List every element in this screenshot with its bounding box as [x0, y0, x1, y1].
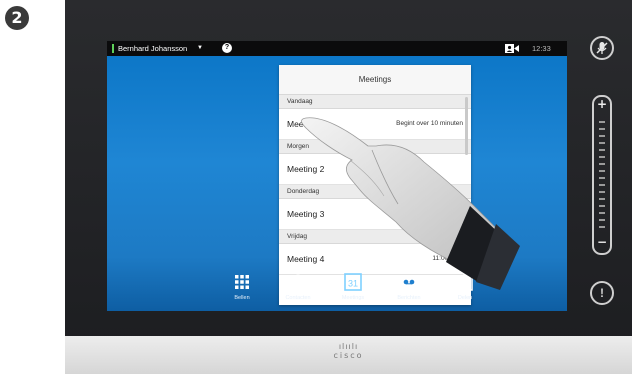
alert-button[interactable]: ! [590, 281, 614, 305]
volume-tick [599, 170, 605, 172]
touch-panel-device: + − ! Bernhard Johansson ▼ ? 12:33 Meeti… [65, 0, 632, 374]
touch-screen: Bernhard Johansson ▼ ? 12:33 Meetings Va… [107, 41, 567, 311]
meeting-row[interactable]: Meeting 1 Begint over 10 minuten [279, 109, 471, 140]
device-bottom-bezel: ılıılı cisco [65, 336, 632, 374]
volume-tick [599, 198, 605, 200]
day-header-tomorrow: Morgen [279, 140, 471, 154]
volume-tick [599, 121, 605, 123]
volume-tick [599, 149, 605, 151]
dock-item-contacts[interactable]: Contacten [270, 273, 326, 301]
volume-down-button[interactable]: − [594, 236, 610, 248]
meeting-status: Begint over 10 minuten [396, 120, 463, 127]
meeting-row[interactable]: Meeting 2 [279, 154, 471, 185]
muted-microphone-icon [596, 42, 608, 54]
cisco-logo-text: cisco [333, 351, 364, 360]
calendar-icon: 31 [344, 273, 362, 291]
dock-item-share[interactable]: Delen [437, 273, 493, 301]
volume-tick [599, 163, 605, 165]
meeting-name: Meeting 3 [287, 209, 325, 219]
contact-icon [290, 274, 306, 291]
dock-item-messages[interactable]: Berichten [381, 273, 437, 301]
volume-tick [599, 219, 605, 221]
camera-icon[interactable] [505, 44, 519, 53]
dock-label: Meetings [341, 295, 365, 301]
volume-tick [599, 142, 605, 144]
cisco-logo-bars: ılıılı [338, 342, 359, 351]
dock-item-meetings[interactable]: 31 Meetings [325, 273, 381, 301]
step-number-badge: 2 [5, 6, 29, 30]
day-header-thursday: Donderdag [279, 185, 471, 199]
clock: 12:33 [532, 44, 551, 53]
meeting-name: Meeting 1 [287, 119, 325, 129]
volume-tick [599, 226, 605, 228]
volume-tick [599, 184, 605, 186]
volume-up-button[interactable]: + [594, 98, 610, 110]
availability-indicator [112, 44, 114, 53]
meeting-name: Meeting 2 [287, 164, 325, 174]
calendar-date-text: 31 [348, 279, 358, 289]
day-header-today: Vandaag [279, 95, 471, 109]
volume-tick [599, 212, 605, 214]
meetings-panel-title: Meetings [279, 65, 471, 95]
volume-slider[interactable]: + − [592, 95, 612, 255]
volume-tick [599, 191, 605, 193]
volume-tick [599, 156, 605, 158]
user-name[interactable]: Bernhard Johansson [118, 44, 187, 53]
dialpad-icon [235, 275, 249, 289]
dock-item-call[interactable]: Bellen [214, 273, 270, 301]
help-icon[interactable]: ? [222, 43, 232, 53]
scrollbar[interactable] [465, 97, 468, 155]
voicemail-icon [401, 276, 417, 288]
dock-label: Delen [457, 295, 473, 301]
dock-label: Contacten [285, 295, 311, 301]
dock-label: Bellen [234, 295, 250, 301]
meeting-row[interactable]: Meeting 3 [279, 199, 471, 230]
share-icon [457, 273, 473, 291]
volume-tick [599, 135, 605, 137]
dock-label: Berichten [397, 295, 421, 301]
mute-microphone-button[interactable] [590, 36, 614, 60]
volume-tick [599, 177, 605, 179]
bottom-dock: Bellen Contacten 31 Meetings Berichten D… [107, 265, 567, 311]
meeting-name: Meeting 4 [287, 254, 325, 264]
user-menu-caret-icon[interactable]: ▼ [197, 44, 203, 53]
cisco-logo: ılıılı cisco [65, 342, 632, 360]
volume-tick [599, 128, 605, 130]
volume-tick [599, 205, 605, 207]
day-header-friday: Vrijdag [279, 230, 471, 244]
status-bar: Bernhard Johansson ▼ ? 12:33 [107, 41, 567, 56]
